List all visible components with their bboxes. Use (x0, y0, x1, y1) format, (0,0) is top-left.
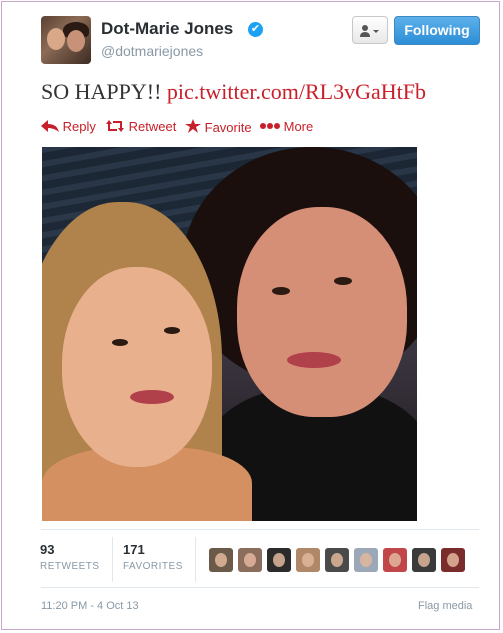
star-icon (185, 119, 201, 133)
more-action[interactable]: More (260, 119, 313, 134)
reply-action[interactable]: Reply (41, 119, 96, 134)
tweet-body: SO HAPPY!! (41, 79, 167, 104)
favoriter-avatar[interactable] (296, 548, 320, 572)
reply-label: Reply (62, 119, 96, 134)
display-name[interactable]: Dot-Marie Jones (101, 19, 233, 39)
favoriter-avatar[interactable] (209, 548, 233, 572)
divider-bottom (41, 587, 479, 588)
more-dots-icon (260, 123, 280, 129)
stat-separator (112, 537, 113, 582)
favoriter-avatar[interactable] (354, 548, 378, 572)
tweet-photo[interactable] (42, 147, 417, 521)
following-button[interactable]: Following (394, 16, 480, 45)
user-actions-dropdown-button[interactable] (352, 16, 388, 44)
favorite-action[interactable]: Favorite (185, 119, 252, 135)
tweet-card: Dot-Marie Jones ✔ @dotmariejones Followi… (1, 1, 500, 630)
tweet-media-link[interactable]: pic.twitter.com/RL3vGaHtFb (167, 79, 426, 104)
favoriter-avatar[interactable] (267, 548, 291, 572)
favoriter-avatar[interactable] (412, 548, 436, 572)
divider-top (41, 529, 479, 530)
retweet-action[interactable]: Retweet (105, 119, 176, 134)
favoriter-avatar[interactable] (238, 548, 262, 572)
stat-separator (195, 537, 196, 582)
flag-media-link[interactable]: Flag media (418, 600, 472, 612)
user-dropdown-icon (360, 24, 379, 37)
favorites-count[interactable]: 171 (123, 542, 145, 557)
retweets-count[interactable]: 93 (40, 542, 54, 557)
favoriter-avatar[interactable] (383, 548, 407, 572)
tweet-text: SO HAPPY!! pic.twitter.com/RL3vGaHtFb (41, 79, 426, 105)
favoriter-avatar[interactable] (325, 548, 349, 572)
favorites-label[interactable]: FAVORITES (123, 561, 183, 572)
retweet-label: Retweet (128, 119, 177, 134)
reply-icon (41, 120, 59, 132)
retweet-icon (106, 120, 124, 132)
verified-badge-icon: ✔ (248, 22, 263, 37)
user-handle[interactable]: @dotmariejones (101, 43, 203, 59)
more-label: More (283, 119, 314, 134)
favorite-label: Favorite (204, 120, 252, 135)
profile-avatar[interactable] (41, 16, 91, 64)
favoriter-avatar[interactable] (441, 548, 465, 572)
retweets-label[interactable]: RETWEETS (40, 561, 100, 572)
tweet-timestamp[interactable]: 11:20 PM - 4 Oct 13 (41, 600, 139, 612)
